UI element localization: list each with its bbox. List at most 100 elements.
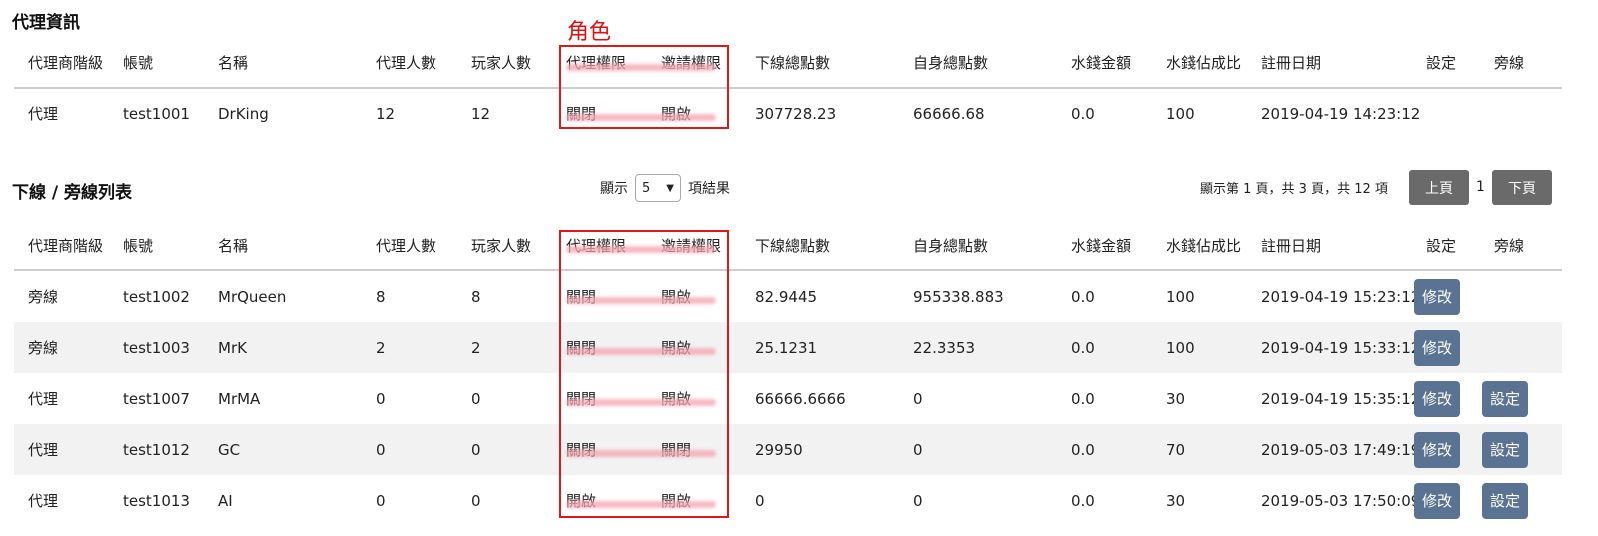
cell-level: 代理	[28, 492, 59, 510]
cell-reg-date: 2019-04-19 15:33:12	[1261, 338, 1421, 357]
cell-name: MrMA	[218, 389, 261, 408]
cell-name: DrKing	[218, 104, 269, 123]
header-self-points: 自身總點數	[913, 237, 989, 255]
cell-water-ratio: 70	[1166, 440, 1186, 459]
cell-level: 旁線	[28, 339, 59, 357]
cell-water-amount: 0.0	[1071, 491, 1095, 510]
header-setting: 設定	[1426, 54, 1457, 72]
cell-account: test1007	[123, 389, 190, 408]
cell-water-amount: 0.0	[1071, 338, 1095, 357]
current-page-number[interactable]: 1	[1476, 179, 1485, 195]
cell-sideline: 設定	[1480, 424, 1548, 475]
role-highlight-box-top	[559, 45, 729, 129]
header-account: 帳號	[123, 54, 154, 72]
cell-agents: 8	[376, 287, 386, 306]
header-downline-points: 下線總點數	[755, 54, 831, 72]
cell-account: test1003	[123, 338, 190, 357]
next-page-button[interactable]: 下頁	[1492, 170, 1552, 205]
cell-setting: 修改	[1412, 373, 1480, 424]
header-level: 代理商階級	[28, 237, 104, 255]
header-level: 代理商階級	[28, 54, 104, 72]
edit-button[interactable]: 修改	[1414, 482, 1460, 519]
header-players: 玩家人數	[471, 54, 532, 72]
cell-reg-date: 2019-04-19 14:23:12	[1261, 104, 1421, 123]
show-label: 顯示	[600, 181, 628, 197]
cell-agents: 0	[376, 491, 386, 510]
page-size-value: 5	[642, 180, 651, 196]
setting-button[interactable]: 設定	[1482, 482, 1528, 519]
cell-self-points: 955338.883	[913, 287, 1004, 306]
list-title: 下線 / 旁線列表	[12, 183, 133, 203]
setting-button[interactable]: 設定	[1482, 380, 1528, 417]
cell-self-points: 66666.68	[913, 104, 985, 123]
edit-button[interactable]: 修改	[1414, 329, 1460, 366]
setting-button[interactable]: 設定	[1482, 431, 1528, 468]
cell-water-amount: 0.0	[1071, 104, 1095, 123]
cell-sideline	[1480, 271, 1548, 322]
header-self-points: 自身總點數	[913, 54, 989, 72]
cell-sideline	[1480, 322, 1548, 373]
cell-sideline: 設定	[1480, 475, 1548, 526]
downline-list-table: 代理商階級 帳號 名稱 代理人數 玩家人數 代理權限 邀請權限 下線總點數 自身…	[14, 220, 1592, 526]
cell-level: 代理	[28, 441, 59, 459]
page-size-control: 顯示 5 ▼ 項結果	[600, 174, 730, 202]
cell-setting: 修改	[1412, 322, 1480, 373]
cell-water-ratio: 100	[1166, 287, 1195, 306]
cell-reg-date: 2019-05-03 17:49:19	[1261, 440, 1421, 459]
cell-downline-points: 82.9445	[755, 287, 818, 306]
agent-header-divider	[14, 87, 1562, 89]
cell-reg-date: 2019-04-19 15:35:12	[1261, 389, 1421, 408]
cell-water-ratio: 100	[1166, 338, 1195, 357]
cell-name: GC	[218, 440, 241, 459]
cell-name: MrQueen	[218, 287, 287, 306]
header-sideline: 旁線	[1494, 237, 1525, 255]
cell-players: 0	[471, 491, 481, 510]
cell-self-points: 0	[913, 491, 923, 510]
page-info: 顯示第 1 頁，共 3 頁，共 12 項	[1200, 182, 1388, 197]
cell-reg-date: 2019-05-03 17:50:09	[1261, 491, 1421, 510]
cell-water-ratio: 100	[1166, 104, 1195, 123]
prev-page-label: 上頁	[1409, 170, 1469, 205]
cell-name: AI	[218, 491, 233, 510]
agent-info-title: 代理資訊	[12, 13, 80, 33]
cell-sideline: 設定	[1480, 373, 1548, 424]
cell-account: test1002	[123, 287, 190, 306]
cell-water-ratio: 30	[1166, 491, 1186, 510]
cell-setting: 修改	[1412, 424, 1480, 475]
cell-agents: 12	[376, 104, 396, 123]
cell-downline-points: 307728.23	[755, 104, 837, 123]
page-size-select[interactable]: 5 ▼	[635, 174, 681, 202]
cell-level: 旁線	[28, 288, 59, 306]
cell-agents: 2	[376, 338, 386, 357]
edit-button[interactable]: 修改	[1414, 431, 1460, 468]
cell-water-amount: 0.0	[1071, 389, 1095, 408]
cell-players: 8	[471, 287, 481, 306]
cell-account: test1013	[123, 491, 190, 510]
edit-button[interactable]: 修改	[1414, 380, 1460, 417]
header-reg-date: 註冊日期	[1261, 237, 1322, 255]
prev-page-button[interactable]: 上頁	[1409, 170, 1469, 205]
cell-water-amount: 0.0	[1071, 287, 1095, 306]
cell-water-ratio: 30	[1166, 389, 1186, 408]
cell-name: MrK	[218, 338, 247, 357]
header-account: 帳號	[123, 237, 154, 255]
header-reg-date: 註冊日期	[1261, 54, 1322, 72]
cell-players: 0	[471, 440, 481, 459]
next-page-label: 下頁	[1492, 170, 1552, 205]
header-water-amount: 水錢金額	[1071, 237, 1132, 255]
header-water-ratio: 水錢佔成比	[1166, 237, 1242, 255]
dropdown-caret-icon: ▼	[666, 182, 674, 194]
cell-level: 代理	[28, 105, 59, 123]
cell-players: 2	[471, 338, 481, 357]
header-water-ratio: 水錢佔成比	[1166, 54, 1242, 72]
header-setting: 設定	[1426, 237, 1457, 255]
edit-button[interactable]: 修改	[1414, 278, 1460, 315]
header-players: 玩家人數	[471, 237, 532, 255]
header-agents: 代理人數	[376, 237, 437, 255]
cell-setting: 修改	[1412, 271, 1480, 322]
cell-agents: 0	[376, 389, 386, 408]
cell-players: 0	[471, 389, 481, 408]
cell-self-points: 0	[913, 389, 923, 408]
cell-downline-points: 66666.6666	[755, 389, 846, 408]
cell-level: 代理	[28, 390, 59, 408]
